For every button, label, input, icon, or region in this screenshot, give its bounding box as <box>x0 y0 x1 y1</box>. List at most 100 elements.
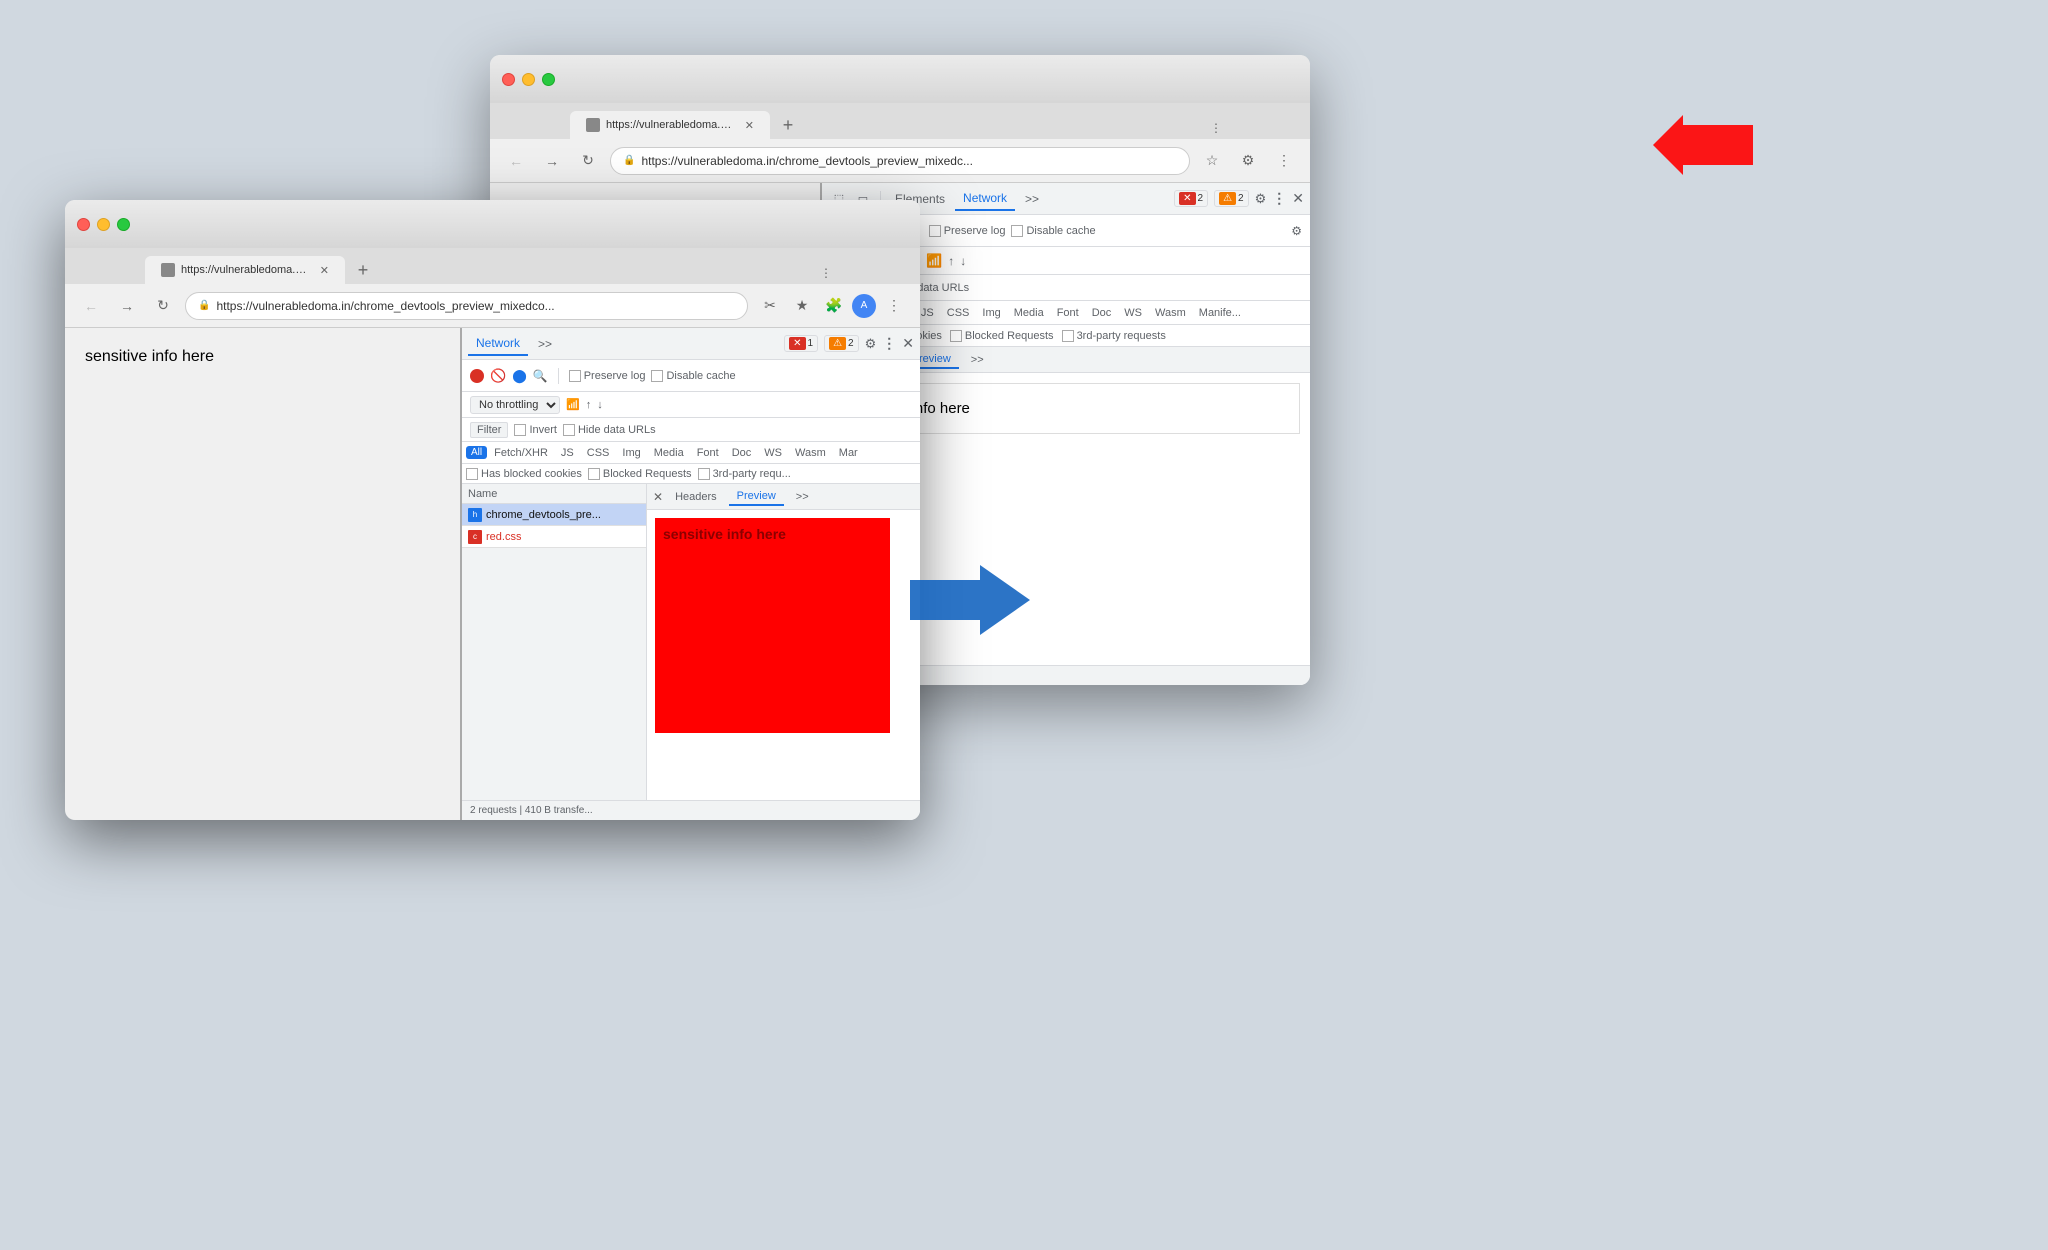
front-media-filter[interactable]: Media <box>648 446 690 460</box>
front-download-icon[interactable]: ↓ <box>597 399 603 411</box>
front-img-filter[interactable]: Img <box>616 446 646 460</box>
back-tab-menu[interactable]: ⋮ <box>1202 117 1230 139</box>
back-img-filter[interactable]: Img <box>976 306 1006 320</box>
back-maximize-button[interactable] <box>542 73 555 86</box>
front-preview-close-x[interactable]: ✕ <box>653 490 663 504</box>
front-address-bar[interactable]: 🔒 https://vulnerabledoma.in/chrome_devto… <box>185 292 748 320</box>
back-minimize-button[interactable] <box>522 73 535 86</box>
front-tab-close-icon[interactable]: ✕ <box>320 264 329 277</box>
front-invert-checkbox[interactable] <box>514 424 526 436</box>
front-close-button[interactable] <box>77 218 90 231</box>
back-tab-close-icon[interactable]: ✕ <box>745 119 754 132</box>
front-more-button[interactable]: ⋮ <box>880 292 908 320</box>
front-upload-icon[interactable]: ↑ <box>586 399 592 411</box>
front-font-filter[interactable]: Font <box>691 446 725 460</box>
front-invert-check[interactable]: Invert <box>514 424 557 436</box>
front-request-row-2[interactable]: c red.css <box>462 526 646 548</box>
back-font-filter[interactable]: Font <box>1051 306 1085 320</box>
front-clear-icon[interactable]: 🚫 <box>490 368 506 384</box>
front-3rd-party-checkbox[interactable] <box>698 468 710 480</box>
front-search-icon[interactable]: 🔍 <box>533 369 548 383</box>
back-network-settings-icon[interactable]: ⚙ <box>1291 224 1302 238</box>
front-preview-tab-btn[interactable]: Preview <box>729 488 784 506</box>
front-more-filter[interactable]: Mar <box>833 446 864 460</box>
front-hide-data-checkbox[interactable] <box>563 424 575 436</box>
front-wasm-filter[interactable]: Wasm <box>789 446 832 460</box>
back-devtools-settings-icon[interactable]: ⚙ <box>1255 191 1267 207</box>
front-more-devtools-tabs[interactable]: >> <box>530 333 560 355</box>
front-star-icon[interactable]: ★ <box>788 292 816 320</box>
back-blocked-requests-checkbox[interactable] <box>950 330 962 342</box>
back-disable-cache-check[interactable]: Disable cache <box>1011 225 1095 237</box>
back-devtools-close-icon[interactable]: ✕ <box>1292 190 1304 207</box>
back-manifest-filter[interactable]: Manife... <box>1193 306 1247 320</box>
back-download-icon[interactable]: ↓ <box>960 254 966 268</box>
front-extensions-icon[interactable]: 🧩 <box>820 292 848 320</box>
back-forward-button[interactable]: → <box>538 147 566 175</box>
back-bookmark-icon[interactable]: ☆ <box>1198 147 1226 175</box>
back-preserve-log-checkbox[interactable] <box>929 225 941 237</box>
back-wifi-icon[interactable]: 📶 <box>926 253 942 269</box>
back-devtools-more-icon[interactable]: ⋮ <box>1272 190 1286 207</box>
front-3rd-party[interactable]: 3rd-party requ... <box>698 468 791 480</box>
front-throttle-select[interactable]: No throttling <box>470 396 560 414</box>
back-css-filter[interactable]: CSS <box>941 306 976 320</box>
back-reload-button[interactable]: ↻ <box>574 147 602 175</box>
back-wasm-filter[interactable]: Wasm <box>1149 306 1192 320</box>
front-profile-icon[interactable]: A <box>852 294 876 318</box>
front-preserve-log-checkbox[interactable] <box>569 370 581 382</box>
front-blocked-cookies[interactable]: Has blocked cookies <box>466 468 582 480</box>
back-more-tabs-icon[interactable]: >> <box>963 352 992 368</box>
back-disable-cache-checkbox[interactable] <box>1011 225 1023 237</box>
back-media-filter[interactable]: Media <box>1008 306 1050 320</box>
front-css-filter[interactable]: CSS <box>581 446 616 460</box>
front-devtools-close-icon[interactable]: ✕ <box>902 335 914 352</box>
back-blocked-requests[interactable]: Blocked Requests <box>950 330 1054 342</box>
back-preserve-log-check[interactable]: Preserve log <box>929 225 1006 237</box>
front-new-tab-button[interactable]: + <box>349 256 377 284</box>
back-address-bar[interactable]: 🔒 https://vulnerabledoma.in/chrome_devto… <box>610 147 1190 175</box>
front-blocked-requests[interactable]: Blocked Requests <box>588 468 692 480</box>
front-doc-filter[interactable]: Doc <box>726 446 758 460</box>
front-error-icon: ✕ <box>789 337 805 350</box>
front-filter-icon[interactable]: ⬤ <box>512 368 527 384</box>
front-headers-tab-btn[interactable]: Headers <box>667 489 725 505</box>
back-more-tabs[interactable]: >> <box>1017 188 1047 210</box>
front-preview-panel: ✕ Headers Preview >> sensitive info here <box>647 484 920 800</box>
front-minimize-button[interactable] <box>97 218 110 231</box>
front-disable-cache[interactable]: Disable cache <box>651 370 735 382</box>
back-3rd-party-checkbox[interactable] <box>1062 330 1074 342</box>
front-hide-data-check[interactable]: Hide data URLs <box>563 424 656 436</box>
back-new-tab-button[interactable]: + <box>774 111 802 139</box>
front-active-tab[interactable]: https://vulnerabledoma.in/chro... ✕ <box>145 256 345 284</box>
front-blocked-cookies-checkbox[interactable] <box>466 468 478 480</box>
back-doc-filter[interactable]: Doc <box>1086 306 1118 320</box>
front-more-preview-tabs[interactable]: >> <box>788 489 817 505</box>
back-more-button[interactable]: ⋮ <box>1270 147 1298 175</box>
front-reload-button[interactable]: ↻ <box>149 292 177 320</box>
front-ws-filter[interactable]: WS <box>758 446 788 460</box>
front-blocked-requests-checkbox[interactable] <box>588 468 600 480</box>
front-all-filter[interactable]: All <box>466 446 487 459</box>
front-record-button[interactable] <box>470 369 484 383</box>
front-maximize-button[interactable] <box>117 218 130 231</box>
back-extensions-icon[interactable]: ⚙ <box>1234 147 1262 175</box>
back-ws-filter[interactable]: WS <box>1118 306 1148 320</box>
front-forward-button[interactable]: → <box>113 292 141 320</box>
front-disable-cache-checkbox[interactable] <box>651 370 663 382</box>
front-tab-menu[interactable]: ⋮ <box>812 262 840 284</box>
front-devtools-settings-icon[interactable]: ⚙ <box>865 336 877 352</box>
front-devtools-more-icon[interactable]: ⋮ <box>882 335 896 352</box>
front-js-filter[interactable]: JS <box>555 446 580 460</box>
front-wifi-icon[interactable]: 📶 <box>566 398 580 411</box>
back-3rd-party[interactable]: 3rd-party requests <box>1062 330 1166 342</box>
back-upload-icon[interactable]: ↑ <box>948 254 954 268</box>
back-active-tab[interactable]: https://vulnerabledoma.in/chro... ✕ <box>570 111 770 139</box>
back-close-button[interactable] <box>502 73 515 86</box>
front-scissors-icon[interactable]: ✂ <box>756 292 784 320</box>
front-preserve-log[interactable]: Preserve log <box>569 370 646 382</box>
back-network-tab[interactable]: Network <box>955 187 1015 211</box>
front-request-row-1[interactable]: h chrome_devtools_pre... <box>462 504 646 526</box>
front-network-tab[interactable]: Network <box>468 332 528 356</box>
front-fetch-filter[interactable]: Fetch/XHR <box>488 446 554 460</box>
